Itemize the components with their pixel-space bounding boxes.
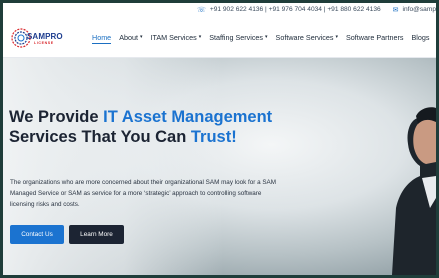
nav-software-services[interactable]: Software Services ▾ bbox=[276, 16, 338, 58]
chevron-down-icon: ▾ bbox=[265, 34, 268, 40]
nav-home[interactable]: Home bbox=[92, 16, 112, 58]
phone-icon: ☏ bbox=[197, 6, 206, 14]
nav-software-partners[interactable]: Software Partners bbox=[346, 16, 404, 58]
chevron-down-icon: ▾ bbox=[335, 34, 338, 40]
nav-blogs-label: Blogs bbox=[411, 32, 430, 42]
nav-staffing-label: Staffing Services bbox=[209, 32, 264, 42]
learn-more-button[interactable]: Learn More bbox=[69, 225, 124, 244]
browser-viewport: ☏ +91 902 622 4136 | +91 976 704 4034 | … bbox=[3, 3, 436, 275]
sampro-logo[interactable]: SAMPRO LICENSE bbox=[10, 27, 63, 49]
hero-banner: We Provide IT Asset Management Services … bbox=[3, 58, 436, 275]
nav-software-services-label: Software Services bbox=[275, 32, 334, 42]
hero-headline: We Provide IT Asset Management Services … bbox=[9, 108, 309, 147]
headline-text-1: We Provide bbox=[9, 108, 104, 126]
nav-itam-label: ITAM Services bbox=[150, 32, 197, 42]
nav-about[interactable]: About ▾ bbox=[119, 16, 142, 58]
hero-description: The organizations who are more concerned… bbox=[10, 179, 277, 208]
chevron-down-icon: ▾ bbox=[198, 34, 202, 40]
nav-itam-services[interactable]: ITAM Services ▾ bbox=[151, 16, 202, 58]
nav-software-partners-label: Software Partners bbox=[345, 32, 404, 42]
person-photo bbox=[392, 107, 436, 275]
nav-blogs[interactable]: Blogs bbox=[412, 16, 430, 58]
nav-about-label: About bbox=[119, 32, 138, 42]
site-header: SAMPRO LICENSE Home About ▾ ITAM Service… bbox=[3, 16, 436, 58]
contact-us-button[interactable]: Contact Us bbox=[10, 225, 64, 244]
nav-staffing-services[interactable]: Staffing Services ▾ bbox=[209, 16, 267, 58]
nav-home-label: Home bbox=[92, 32, 112, 42]
main-nav: Home About ▾ ITAM Services ▾ Staffing Se… bbox=[92, 16, 436, 58]
contact-topbar: ☏ +91 902 622 4136 | +91 976 704 4034 | … bbox=[3, 3, 436, 16]
phone-numbers[interactable]: +91 902 622 4136 | +91 976 704 4034 | +9… bbox=[210, 6, 381, 13]
headline-text-2: Services That You Can bbox=[9, 127, 191, 146]
chevron-down-icon: ▾ bbox=[139, 34, 143, 40]
email-link[interactable]: info@samp bbox=[403, 6, 436, 13]
headline-highlight-1: IT Asset Management bbox=[103, 108, 273, 126]
mail-icon: ✉ bbox=[392, 6, 399, 14]
logo-brand: SAMPRO bbox=[27, 32, 63, 41]
headline-highlight-2: Trust! bbox=[190, 127, 237, 146]
logo-subtitle: LICENSE bbox=[34, 41, 54, 45]
